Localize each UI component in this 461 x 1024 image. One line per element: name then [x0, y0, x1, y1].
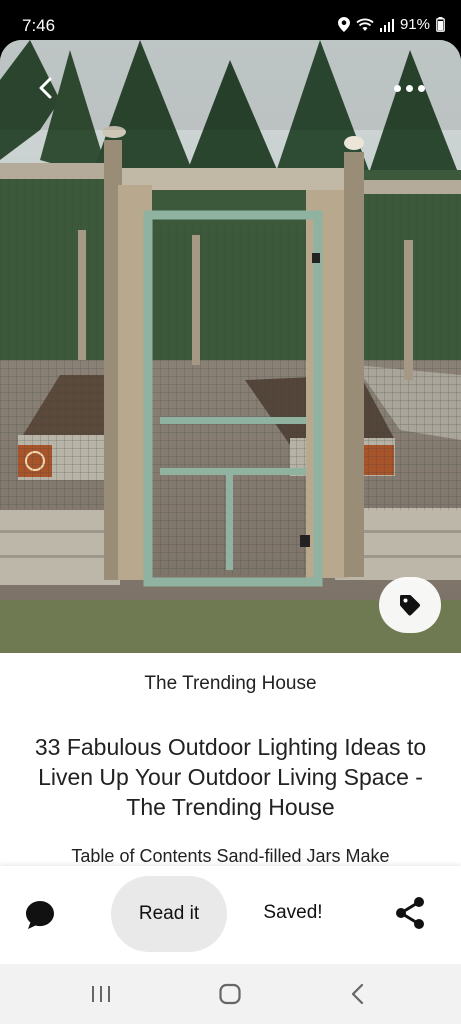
more-options-button[interactable]: [389, 76, 429, 100]
back-icon: [351, 983, 364, 1005]
status-time: 7:46: [22, 16, 56, 35]
location-icon: [337, 17, 350, 32]
tag-icon: [400, 595, 420, 616]
nav-back-button[interactable]: [350, 983, 366, 1010]
wifi-icon: [356, 18, 374, 31]
comment-icon: [26, 901, 54, 929]
home-icon: [219, 983, 241, 1005]
action-bar: Read it Saved!: [0, 866, 461, 964]
home-button[interactable]: [218, 983, 242, 1010]
garden-photo: [0, 40, 461, 653]
share-icon: [396, 897, 424, 929]
share-button[interactable]: [394, 896, 430, 932]
back-button[interactable]: [30, 72, 62, 104]
saved-button[interactable]: Saved!: [250, 902, 336, 924]
battery-percent: 91%: [399, 16, 430, 33]
more-options-icon: [393, 84, 401, 92]
status-icons: 91%: [337, 16, 445, 33]
pin-title: 33 Fabulous Outdoor Lighting Ideas to Li…: [34, 734, 427, 820]
read-it-button[interactable]: Read it: [111, 876, 227, 952]
recents-button[interactable]: [91, 984, 111, 1009]
pin-image[interactable]: [0, 40, 461, 653]
pin-card: The Trending House 33 Fabulous Outdoor L…: [0, 40, 461, 964]
system-navigation-bar: [0, 964, 461, 1024]
pin-description: Table of Contents Sand-filled Jars Make: [71, 846, 390, 866]
back-arrow-icon: [39, 77, 52, 99]
recents-icon: [92, 986, 110, 1002]
signal-icon: [379, 18, 394, 32]
tag-button[interactable]: [379, 577, 441, 633]
comment-button[interactable]: [24, 899, 58, 933]
battery-icon: [436, 17, 445, 32]
pin-source[interactable]: The Trending House: [0, 673, 461, 695]
